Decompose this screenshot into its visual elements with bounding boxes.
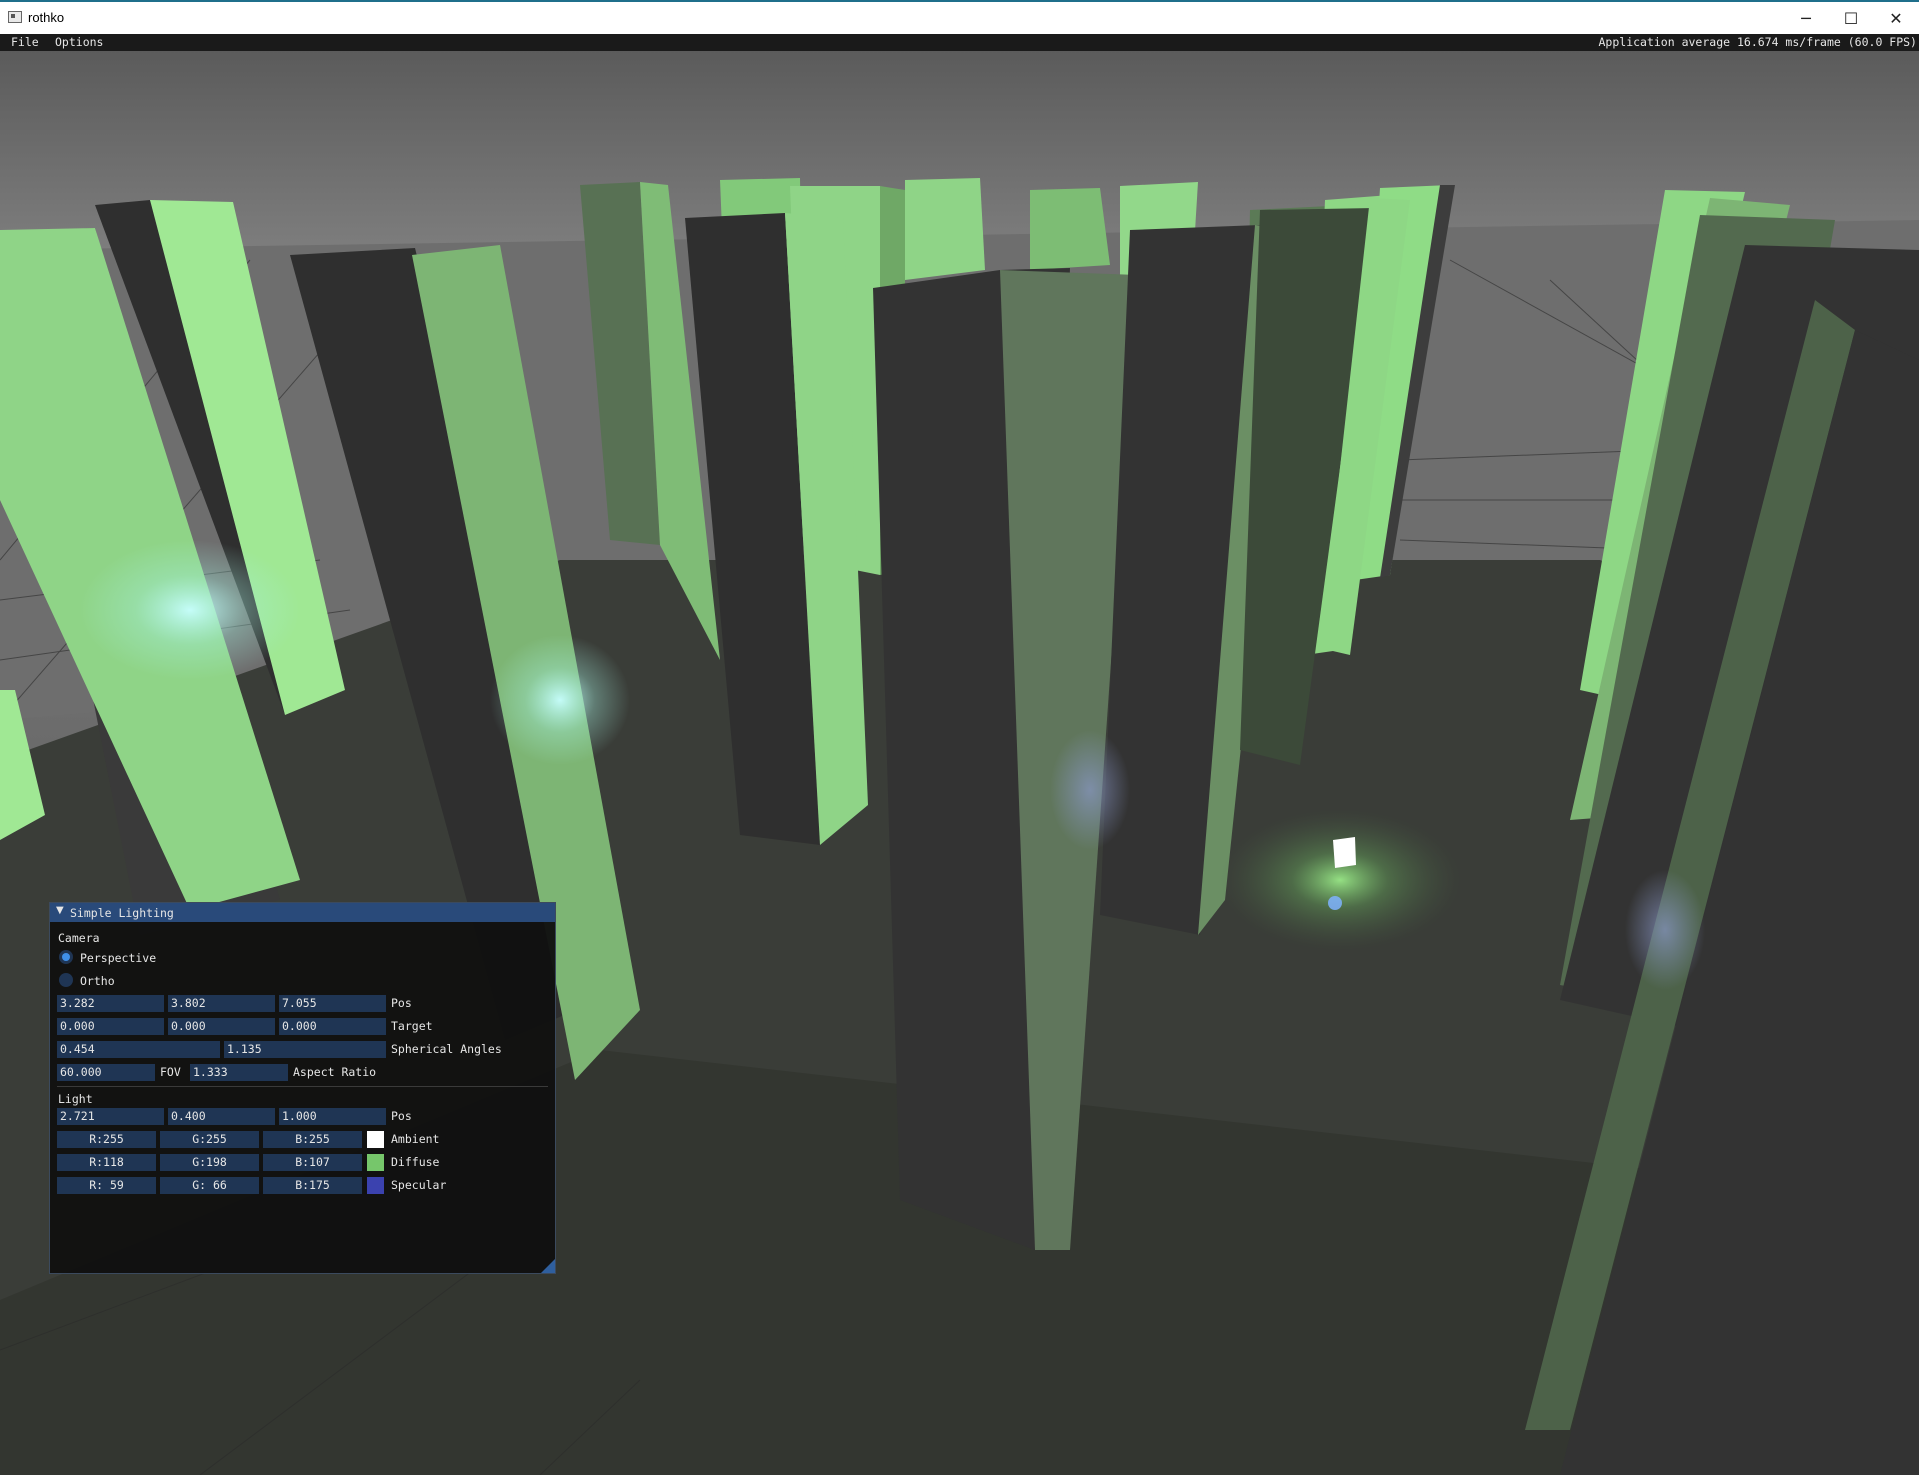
panel-title: Simple Lighting — [70, 906, 174, 920]
perspective-radio[interactable] — [59, 950, 73, 964]
camera-pos-y-field[interactable]: 3.802 — [168, 995, 275, 1012]
camera-target-label: Target — [391, 1019, 433, 1033]
ortho-label: Ortho — [80, 974, 115, 988]
spherical-angles-label: Spherical Angles — [391, 1042, 502, 1056]
minimize-button[interactable]: ─ — [1783, 2, 1829, 34]
ambient-b-field[interactable]: B:255 — [263, 1131, 362, 1148]
close-button[interactable]: ✕ — [1873, 2, 1919, 34]
aspect-ratio-label: Aspect Ratio — [293, 1065, 377, 1079]
fov-label: FOV — [160, 1065, 181, 1079]
diffuse-label: Diffuse — [391, 1155, 440, 1169]
spherical-angle-1-field[interactable]: 0.454 — [57, 1041, 220, 1058]
light-pos-x-field[interactable]: 2.721 — [57, 1108, 164, 1125]
ambient-label: Ambient — [391, 1132, 440, 1146]
camera-target-y-field[interactable]: 0.000 — [168, 1018, 275, 1035]
ambient-g-field[interactable]: G:255 — [160, 1131, 259, 1148]
menu-file[interactable]: File — [11, 35, 39, 49]
panel-header[interactable]: ▼ Simple Lighting — [50, 903, 555, 922]
light-pos-y-field[interactable]: 0.400 — [168, 1108, 275, 1125]
section-divider — [57, 1086, 548, 1087]
specular-label: Specular — [391, 1178, 447, 1192]
ortho-radio[interactable] — [59, 973, 73, 987]
camera-target-x-field[interactable]: 0.000 — [57, 1018, 164, 1035]
menu-bar: File Options Application average 16.674 … — [0, 34, 1919, 51]
camera-pos-x-field[interactable]: 3.282 — [57, 995, 164, 1012]
diffuse-g-field[interactable]: G:198 — [160, 1154, 259, 1171]
close-icon: ✕ — [1889, 8, 1903, 28]
collapse-triangle-icon[interactable]: ▼ — [56, 905, 64, 916]
light-pos-z-field[interactable]: 1.000 — [279, 1108, 386, 1125]
app-icon — [8, 11, 22, 23]
diffuse-b-field[interactable]: B:107 — [263, 1154, 362, 1171]
minimize-icon: ─ — [1801, 8, 1811, 28]
specular-r-field[interactable]: R: 59 — [57, 1177, 156, 1194]
diffuse-r-field[interactable]: R:118 — [57, 1154, 156, 1171]
specular-g-field[interactable]: G: 66 — [160, 1177, 259, 1194]
ambient-r-field[interactable]: R:255 — [57, 1131, 156, 1148]
perspective-label: Perspective — [80, 951, 157, 965]
spherical-angle-2-field[interactable]: 1.135 — [224, 1041, 386, 1058]
maximize-button[interactable]: ☐ — [1828, 2, 1874, 34]
camera-pos-label: Pos — [391, 996, 412, 1010]
simple-lighting-panel: ▼ Simple Lighting Camera Perspective Ort… — [49, 902, 556, 1274]
window-title: rothko — [28, 10, 65, 25]
maximize-icon: ☐ — [1843, 8, 1859, 28]
diffuse-color-swatch[interactable] — [367, 1154, 384, 1171]
ambient-color-swatch[interactable] — [367, 1131, 384, 1148]
menu-options[interactable]: Options — [55, 35, 103, 49]
fov-field[interactable]: 60.000 — [57, 1064, 155, 1081]
frame-stats: Application average 16.674 ms/frame (60.… — [1598, 35, 1918, 49]
specular-color-swatch[interactable] — [367, 1177, 384, 1194]
camera-section-label: Camera — [58, 931, 100, 945]
resize-grip[interactable] — [541, 1259, 555, 1273]
camera-pos-z-field[interactable]: 7.055 — [279, 995, 386, 1012]
aspect-ratio-field[interactable]: 1.333 — [190, 1064, 288, 1081]
light-section-label: Light — [58, 1092, 93, 1106]
window-titlebar: rothko ─ ☐ ✕ — [0, 0, 1919, 34]
light-pos-label: Pos — [391, 1109, 412, 1123]
specular-b-field[interactable]: B:175 — [263, 1177, 362, 1194]
camera-target-z-field[interactable]: 0.000 — [279, 1018, 386, 1035]
